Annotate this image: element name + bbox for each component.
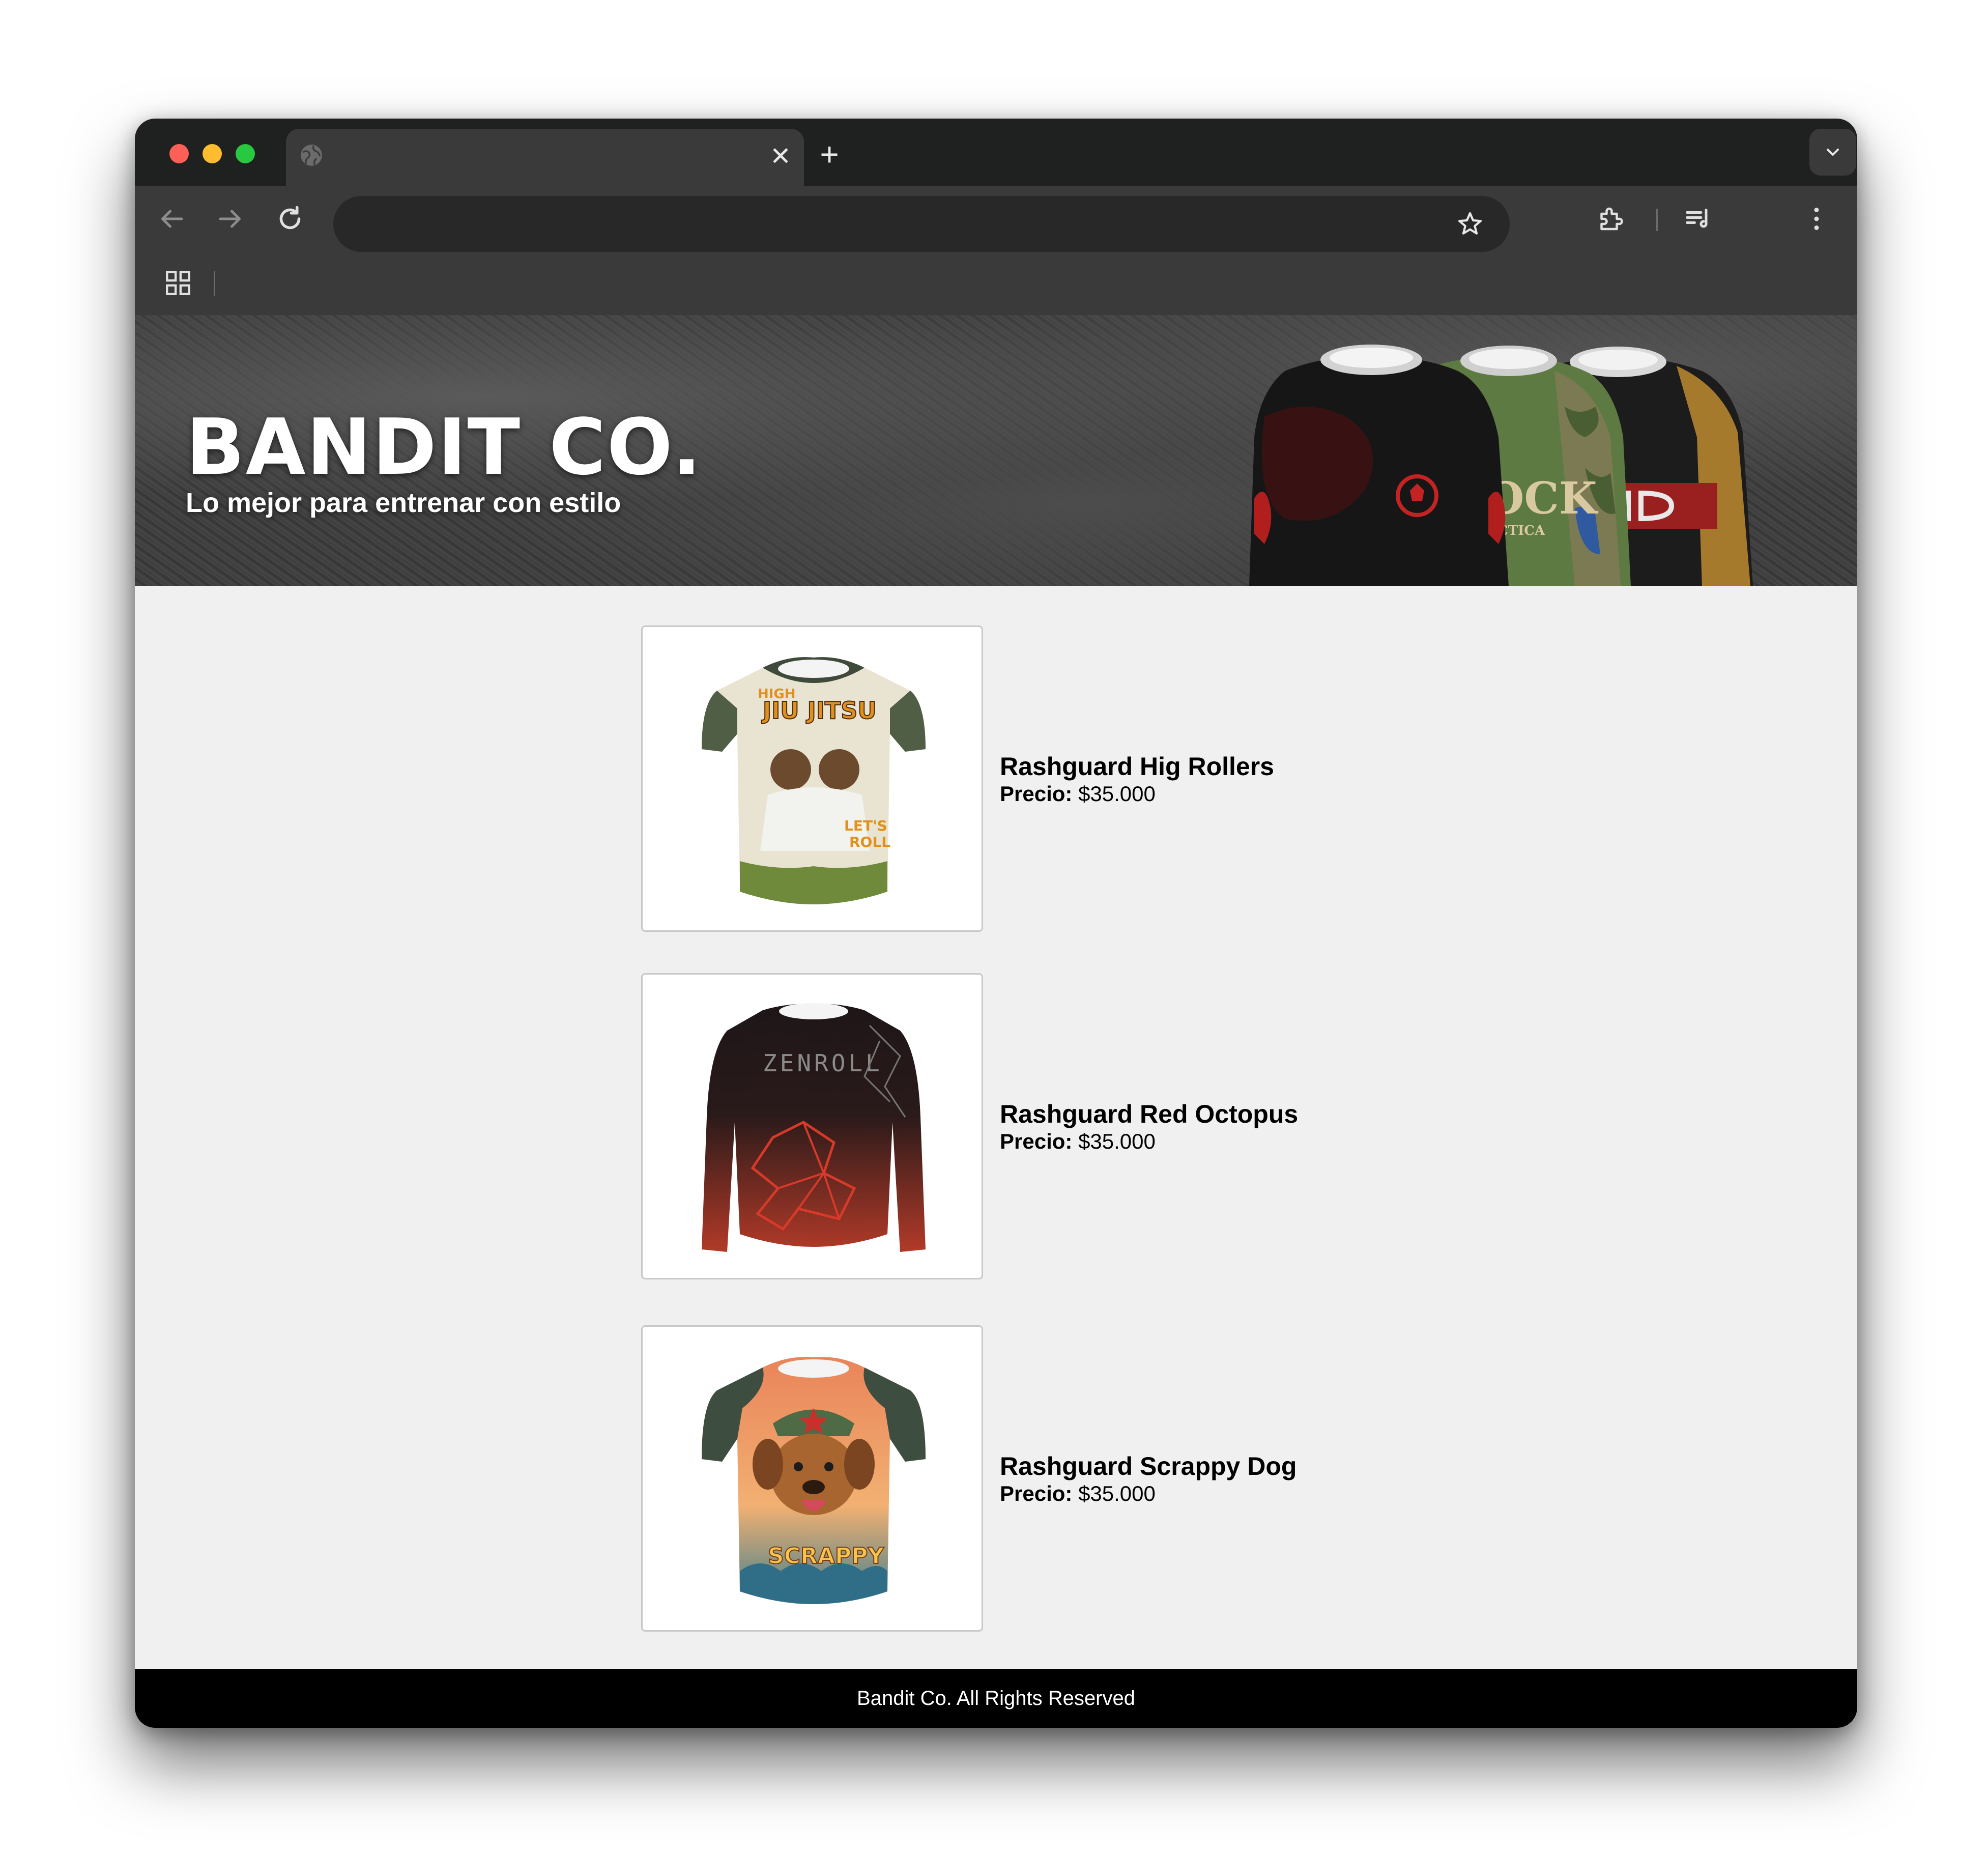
svg-text:ZENROLL: ZENROLL — [763, 1049, 883, 1077]
product-price: Precio: $35.000 — [1000, 1481, 1296, 1506]
chevron-down-icon — [1827, 149, 1839, 156]
apps-grid-icon[interactable] — [163, 268, 193, 298]
product-image[interactable]: ZENROLL — [641, 973, 983, 1279]
product-card[interactable]: JIU JITSU HIGH LET'S ROLL Rashguard Hig … — [641, 625, 1303, 936]
price-value: $35.000 — [1078, 1481, 1156, 1505]
product-card[interactable]: ZENROLL Rashguard Red Octopus Precio: $3… — [641, 973, 1303, 1284]
address-input[interactable] — [359, 209, 1429, 240]
hero-shirt-black-lion — [1249, 345, 1509, 586]
hero-banner: BANDIT CO. Lo mejor para entrenar con es… — [135, 315, 1857, 586]
back-arrow-icon[interactable] — [156, 204, 187, 234]
forward-arrow-icon[interactable] — [215, 204, 246, 234]
product-info: Rashguard Hig Rollers Precio: $35.000 — [1000, 752, 1274, 807]
svg-text:HIGH: HIGH — [758, 687, 796, 702]
tab-close-button[interactable]: ✕ — [767, 143, 794, 169]
toolbar-divider — [1656, 209, 1658, 231]
tab-search-button[interactable] — [1809, 129, 1856, 176]
price-label: Precio: — [1000, 1129, 1073, 1153]
tab-bar: ✕ + — [135, 119, 1857, 186]
web-page: BANDIT CO. Lo mejor para entrenar con es… — [135, 315, 1857, 1728]
product-name[interactable]: Rashguard Red Octopus — [1000, 1099, 1298, 1129]
more-menu-icon[interactable] — [1801, 204, 1832, 234]
product-image[interactable]: SCRAPPY — [641, 1325, 983, 1632]
svg-text:SCRAPPY: SCRAPPY — [768, 1543, 884, 1569]
bookmarks-divider — [214, 271, 215, 296]
extensions-icon[interactable] — [1595, 204, 1626, 234]
bookmark-star-icon[interactable] — [1456, 210, 1484, 238]
product-name[interactable]: Rashguard Hig Rollers — [1000, 752, 1274, 781]
rashguard-high-rollers-image: JIU JITSU HIGH LET'S ROLL — [702, 657, 926, 904]
hero-rashguards-image: LOCK TACTICA — [1249, 345, 1753, 586]
site-tagline: Lo mejor para entrenar con estilo — [186, 488, 621, 518]
bookmarks-bar — [135, 252, 1857, 315]
browser-window: ✕ + BANDIT CO. Lo mejor para entrenar co… — [135, 119, 1857, 1728]
svg-text:ROLL: ROLL — [849, 834, 890, 850]
svg-text:LET'S: LET'S — [844, 817, 887, 834]
site-footer: Bandit Co. All Rights Reserved — [135, 1669, 1857, 1728]
product-card[interactable]: SCRAPPY Rashguard Scrappy Dog Precio: $3… — [641, 1325, 1303, 1636]
price-label: Precio: — [1000, 782, 1073, 806]
reading-list-icon[interactable] — [1683, 204, 1714, 234]
close-window-button[interactable] — [169, 144, 189, 163]
globe-icon — [301, 145, 322, 166]
product-info: Rashguard Red Octopus Precio: $35.000 — [1000, 1099, 1298, 1154]
footer-copyright: Bandit Co. All Rights Reserved — [857, 1687, 1135, 1709]
site-title: BANDIT CO. — [186, 402, 703, 492]
reload-icon[interactable] — [275, 204, 305, 234]
product-info: Rashguard Scrappy Dog Precio: $35.000 — [1000, 1451, 1296, 1506]
minimize-window-button[interactable] — [203, 144, 222, 163]
rashguard-red-octopus-image: ZENROLL — [702, 1003, 926, 1252]
rashguard-scrappy-dog-image: SCRAPPY — [702, 1357, 926, 1604]
maximize-window-button[interactable] — [236, 144, 255, 163]
price-value: $35.000 — [1078, 782, 1156, 806]
product-name[interactable]: Rashguard Scrappy Dog — [1000, 1451, 1296, 1481]
price-label: Precio: — [1000, 1481, 1073, 1505]
address-bar[interactable] — [333, 196, 1510, 252]
product-price: Precio: $35.000 — [1000, 1129, 1298, 1154]
new-tab-button[interactable]: + — [814, 138, 845, 170]
product-price: Precio: $35.000 — [1000, 781, 1274, 807]
product-image[interactable]: JIU JITSU HIGH LET'S ROLL — [641, 625, 983, 932]
browser-toolbar — [135, 186, 1857, 252]
browser-tab[interactable]: ✕ — [286, 129, 804, 186]
price-value: $35.000 — [1078, 1129, 1156, 1153]
